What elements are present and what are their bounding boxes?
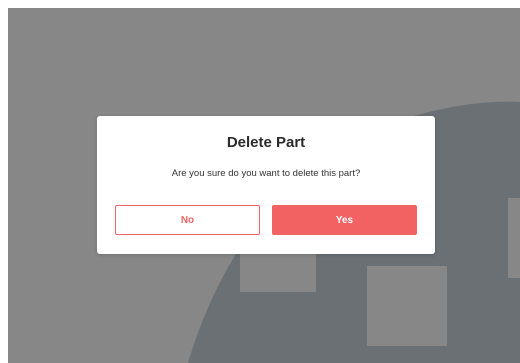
no-button[interactable]: No — [115, 205, 260, 235]
dialog-message: Are you sure do you want to delete this … — [171, 168, 361, 179]
delete-part-dialog: Delete Part Are you sure do you want to … — [97, 116, 435, 254]
dialog-title: Delete Part — [226, 134, 306, 151]
background-window — [367, 266, 447, 346]
yes-button[interactable]: Yes — [272, 205, 417, 235]
background-window — [508, 198, 520, 278]
modal-overlay: Delete Part Are you sure do you want to … — [8, 8, 520, 363]
